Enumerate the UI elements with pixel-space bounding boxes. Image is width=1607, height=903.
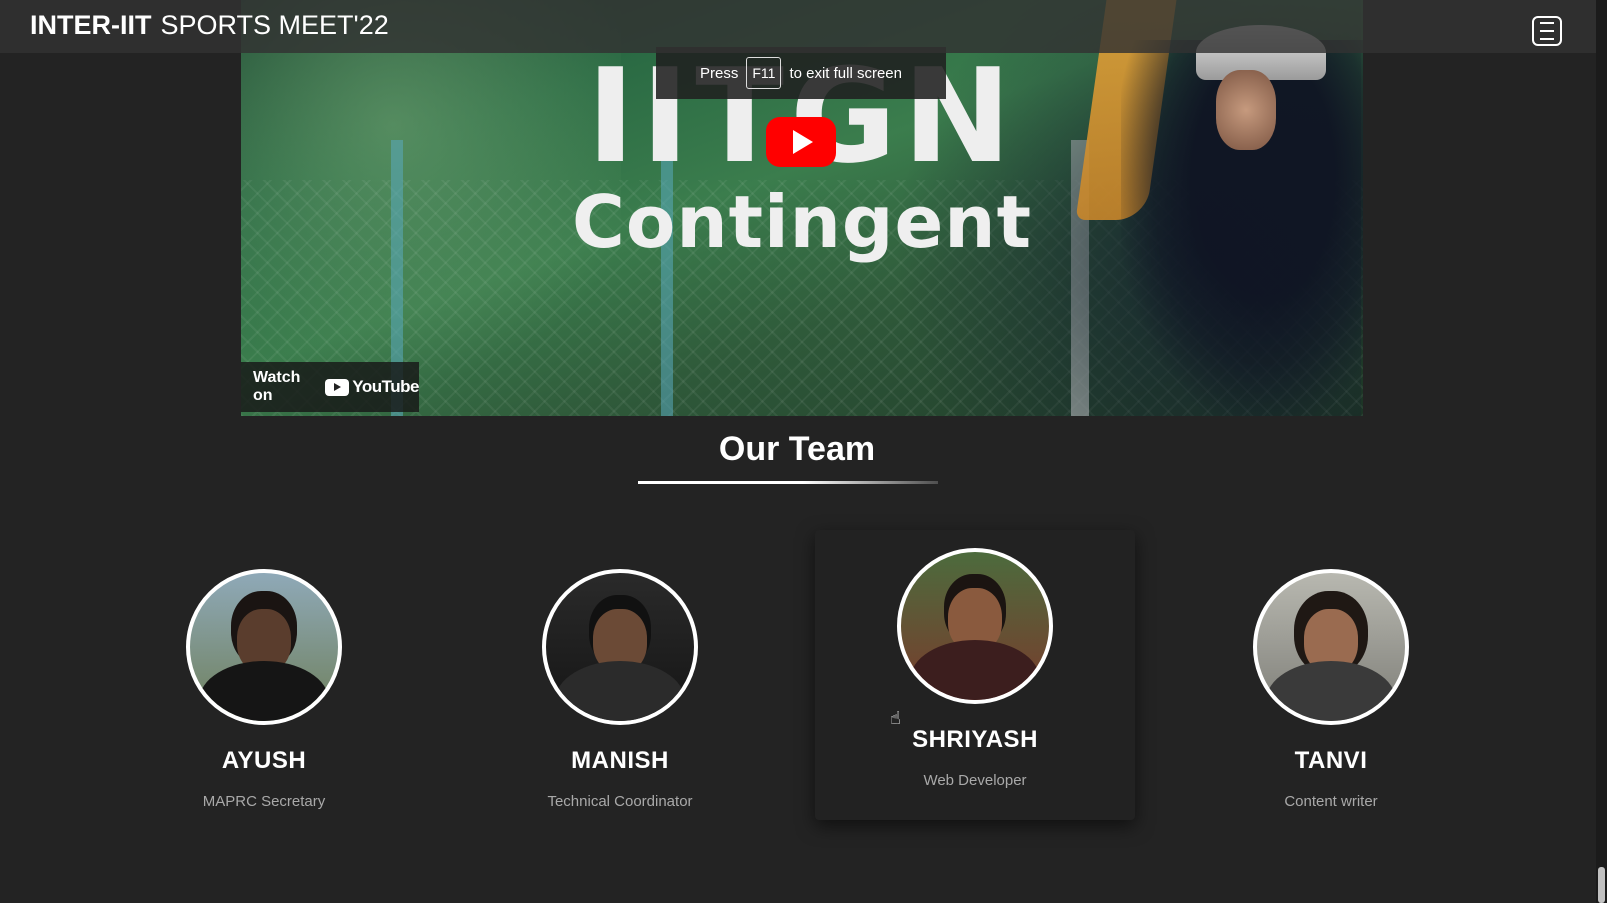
hamburger-menu-icon (1540, 38, 1554, 40)
avatar (542, 569, 698, 725)
team-member-role: MAPRC Secretary (202, 793, 326, 810)
team-member-role: Web Developer (923, 772, 1027, 789)
brand-light-text: SPORTS MEET'22 (160, 10, 389, 40)
avatar (1253, 569, 1409, 725)
team-member-name: MANISH (571, 747, 669, 774)
site-brand[interactable]: INTER-IIT SPORTS MEET'22 (30, 10, 389, 41)
fullscreen-toast-prefix: Press (700, 64, 739, 82)
youtube-play-button[interactable] (766, 117, 836, 167)
watch-on-label: Watch on (253, 369, 301, 404)
hamburger-menu-icon (1540, 30, 1554, 32)
play-icon (793, 130, 813, 154)
hand-cursor-icon: ☝ (890, 708, 901, 728)
hamburger-menu-button[interactable] (1532, 16, 1562, 46)
video-title-line2: Contingent (572, 180, 1032, 264)
hamburger-menu-icon (1540, 22, 1554, 24)
watch-on-youtube-button[interactable]: Watch on YouTube (241, 362, 419, 412)
team-member-name: SHRIYASH (912, 726, 1038, 753)
page-scrollbar[interactable] (1596, 0, 1607, 903)
avatar (897, 548, 1053, 704)
scrollbar-thumb[interactable] (1598, 867, 1605, 903)
team-member-role: Content writer (1284, 793, 1378, 810)
youtube-logo-icon (325, 378, 350, 396)
youtube-logo-text: YouTube (352, 377, 419, 396)
team-card-manish[interactable]: MANISH Technical Coordinator (460, 569, 780, 810)
team-member-name: TANVI (1294, 747, 1368, 774)
fullscreen-toast-suffix: to exit full screen (789, 64, 902, 82)
avatar (186, 569, 342, 725)
team-heading-underline (638, 481, 938, 484)
team-card-shriyash[interactable]: SHRIYASH Web Developer (815, 530, 1135, 820)
fullscreen-exit-toast: Press F11 to exit full screen (656, 47, 946, 99)
team-member-role: Technical Coordinator (547, 793, 693, 810)
navbar: INTER-IIT SPORTS MEET'22 (0, 0, 1607, 53)
team-section-heading: Our Team (718, 430, 876, 468)
fullscreen-toast-key: F11 (746, 57, 782, 89)
youtube-logo: YouTube (325, 377, 419, 397)
team-card-ayush[interactable]: AYUSH MAPRC Secretary (104, 569, 424, 810)
team-card-tanvi[interactable]: TANVI Content writer (1171, 569, 1491, 810)
brand-bold-text: INTER-IIT (30, 10, 152, 40)
team-member-name: AYUSH (221, 747, 307, 774)
page: IITGN Contingent Watch on YouTube Press … (0, 0, 1607, 903)
